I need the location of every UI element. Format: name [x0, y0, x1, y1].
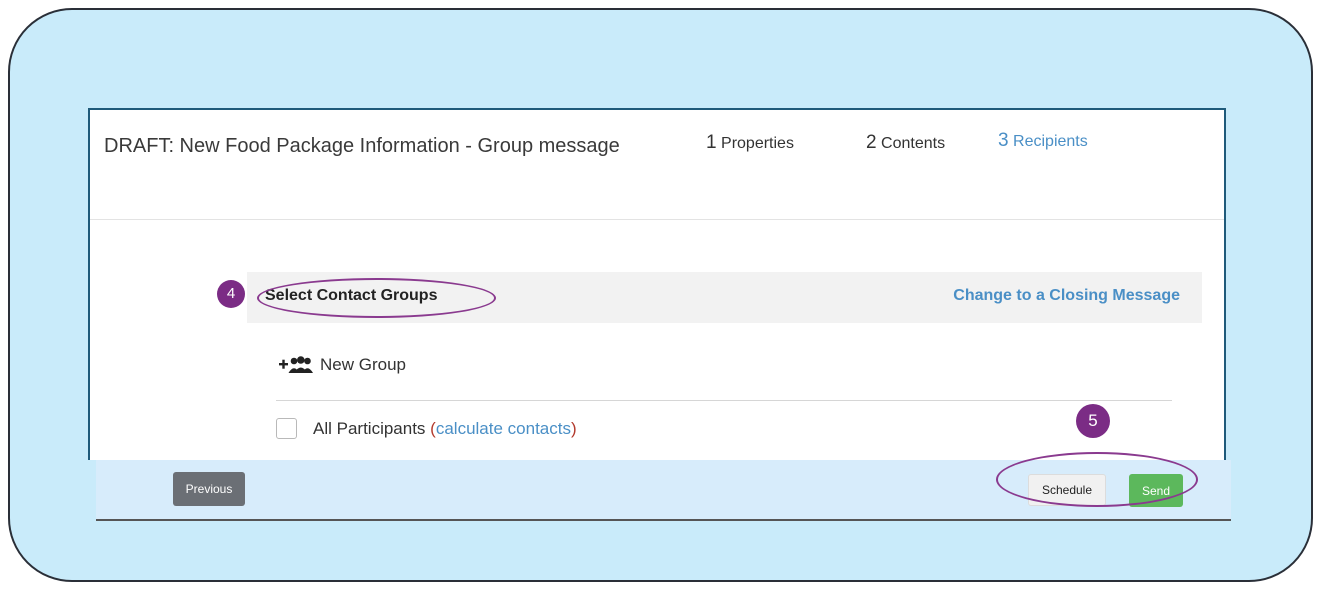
calculate-contacts-link[interactable]: calculate contacts	[436, 419, 571, 439]
step-label: Recipients	[1013, 133, 1088, 150]
section-title: Select Contact Groups	[265, 287, 438, 304]
contact-groups-header: Select Contact Groups Change to a Closin…	[247, 272, 1202, 323]
divider	[276, 400, 1172, 401]
all-participants-checkbox[interactable]	[276, 418, 297, 439]
step-number: 1	[706, 132, 717, 153]
step-label: Contents	[881, 135, 946, 152]
action-footer: Previous Schedule Send	[96, 460, 1231, 521]
step-badge-4: 4	[217, 280, 245, 308]
all-participants-label: All Participants	[313, 418, 426, 438]
send-button[interactable]: Send	[1129, 474, 1183, 507]
step-number: 3	[998, 130, 1009, 151]
message-title: DRAFT: New Food Package Information - Gr…	[104, 135, 620, 157]
step-number: 2	[866, 132, 877, 153]
new-group-button[interactable]: New Group	[278, 355, 406, 375]
step-recipients[interactable]: 3 Recipients	[998, 130, 1088, 152]
step-contents[interactable]: 2 Contents	[866, 132, 945, 154]
close-paren: )	[570, 418, 577, 438]
step-properties[interactable]: 1 Properties	[706, 132, 794, 154]
message-panel: DRAFT: New Food Package Information - Gr…	[88, 108, 1226, 460]
schedule-button[interactable]: Schedule	[1028, 474, 1106, 506]
previous-button[interactable]: Previous	[173, 472, 245, 506]
step-label: Properties	[721, 135, 794, 152]
step-badge-5: 5	[1076, 404, 1110, 438]
panel-header: DRAFT: New Food Package Information - Gr…	[90, 110, 1224, 220]
new-group-label: New Group	[320, 355, 406, 374]
change-to-closing-message-link[interactable]: Change to a Closing Message	[953, 287, 1180, 305]
all-participants-row: All Participants (calculate contacts)	[276, 418, 577, 439]
user-plus-icon	[279, 356, 313, 373]
